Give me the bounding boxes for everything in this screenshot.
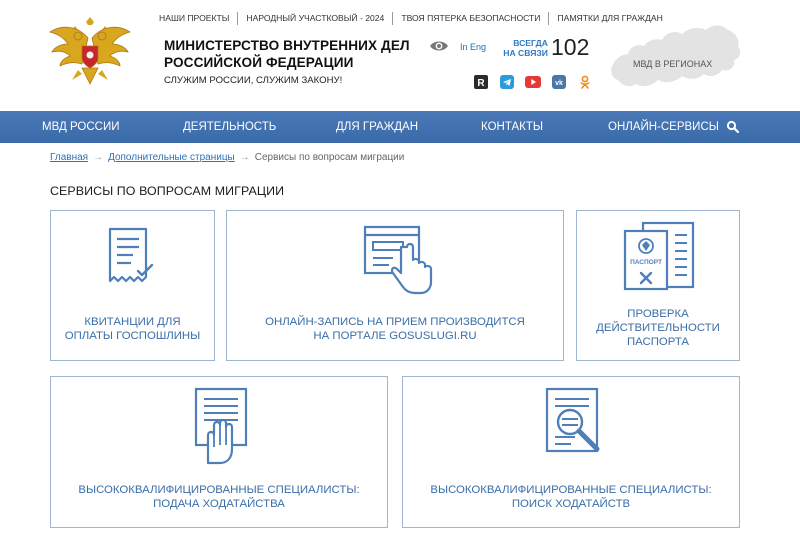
double-headed-eagle-emblem[interactable]	[48, 16, 132, 86]
card-label-line1: КВИТАНЦИИ ДЛЯ	[84, 316, 181, 328]
nav-item-for-citizens[interactable]: ДЛЯ ГРАЖДАН	[336, 111, 418, 143]
service-card-search-petitions[interactable]: ВЫСОКОКВАЛИФИЦИРОВАННЫЕ СПЕЦИАЛИСТЫ: ПОИ…	[402, 376, 740, 528]
receipt-icon	[108, 227, 154, 283]
english-version-link[interactable]: In Eng	[460, 42, 486, 52]
card-label-line1: ВЫСОКОКВАЛИФИЦИРОВАННЫЕ СПЕЦИАЛИСТЫ:	[430, 484, 712, 496]
touch-form-icon	[363, 225, 433, 295]
service-card-passport-validity[interactable]: ПАСПОРТ ПРОВЕРКА ДЕЙСТВИТЕЛЬНОСТИ ПАСПОР…	[576, 210, 740, 361]
ministry-title-line1: МИНИСТЕРСТВО ВНУТРЕННИХ ДЕЛ	[164, 38, 410, 53]
ministry-title-line2: РОССИЙСКОЙ ФЕДЕРАЦИИ	[164, 55, 354, 70]
page-title: СЕРВИСЫ ПО ВОПРОСАМ МИГРАЦИИ	[50, 184, 285, 198]
breadcrumb-additional-pages[interactable]: Дополнительные страницы	[108, 152, 235, 163]
russia-map-icon[interactable]	[608, 14, 744, 98]
regions-label[interactable]: МВД В РЕГИОНАХ	[633, 59, 712, 69]
card-label-line2: ПОИСК ХОДАТАЙСТВ	[511, 498, 631, 510]
nav-item-online-services[interactable]: ОНЛАЙН-СЕРВИСЫ	[608, 111, 719, 143]
card-label-line3: ПАСПОРТА	[626, 336, 690, 348]
hotline-number[interactable]: 102	[551, 34, 589, 61]
helpline-line2: НА СВЯЗИ	[503, 48, 548, 58]
passport-word: ПАСПОРТ	[630, 259, 662, 266]
breadcrumb-arrow: →	[239, 152, 250, 163]
card-label-line1: ВЫСОКОКВАЛИФИЦИРОВАННЫЕ СПЕЦИАЛИСТЫ:	[78, 484, 360, 496]
passport-check-icon: ПАСПОРТ	[623, 221, 695, 291]
vk-icon[interactable]: vk	[551, 74, 567, 90]
ministry-title[interactable]: МИНИСТЕРСТВО ВНУТРЕННИХ ДЕЛ РОССИЙСКОЙ Ф…	[164, 37, 424, 71]
nav-item-contacts[interactable]: КОНТАКТЫ	[481, 111, 543, 143]
card-label-line2: ОПЛАТЫ ГОСПОШЛИНЫ	[64, 330, 201, 342]
breadcrumb-arrow: →	[93, 152, 104, 163]
main-navigation: МВД РОССИИ ДЕЯТЕЛЬНОСТЬ ДЛЯ ГРАЖДАН КОНТ…	[0, 111, 800, 143]
telegram-icon[interactable]	[499, 74, 515, 90]
breadcrumb-home[interactable]: Главная	[50, 152, 88, 163]
breadcrumb-current: Сервисы по вопросам миграции	[254, 152, 405, 163]
card-label-line1: ОНЛАЙН-ЗАПИСЬ НА ПРИЕМ ПРОИЗВОДИТСЯ	[265, 316, 525, 328]
ministry-motto: СЛУЖИМ РОССИИ, СЛУЖИМ ЗАКОНУ!	[164, 75, 343, 86]
card-label: КВИТАНЦИИ ДЛЯ ОПЛАТЫ ГОСПОШЛИНЫ	[51, 315, 214, 343]
helpline-caption: ВСЕГДА НА СВЯЗИ	[500, 38, 548, 58]
topnav-item-projects[interactable]: НАШИ ПРОЕКТЫ	[159, 11, 237, 25]
social-links: R vk	[473, 74, 593, 90]
card-label-line2: ПОДАЧА ХОДАТАЙСТВА	[153, 498, 285, 510]
card-label: ОНЛАЙН-ЗАПИСЬ НА ПРИЕМ ПРОИЗВОДИТСЯ НА П…	[227, 315, 563, 343]
document-search-icon	[545, 387, 600, 453]
youtube-icon[interactable]	[525, 74, 541, 90]
eye-icon[interactable]	[429, 39, 449, 53]
nav-item-mvd-russia[interactable]: МВД РОССИИ	[42, 111, 120, 143]
card-label: ВЫСОКОКВАЛИФИЦИРОВАННЫЕ СПЕЦИАЛИСТЫ: ПОИ…	[403, 483, 739, 511]
svg-text:vk: vk	[555, 80, 563, 87]
card-label: ПРОВЕРКА ДЕЙСТВИТЕЛЬНОСТИ ПАСПОРТА	[577, 307, 739, 349]
card-label-line1: ПРОВЕРКА	[627, 308, 689, 320]
document-hand-icon	[194, 387, 248, 465]
nav-item-activity[interactable]: ДЕЯТЕЛЬНОСТЬ	[183, 111, 276, 143]
site-header: НАШИ ПРОЕКТЫ НАРОДНЫЙ УЧАСТКОВЫЙ - 2024 …	[0, 0, 800, 111]
topnav-item-safety-five[interactable]: ТВОЯ ПЯТЕРКА БЕЗОПАСНОСТИ	[393, 11, 548, 25]
top-projects-nav: НАШИ ПРОЕКТЫ НАРОДНЫЙ УЧАСТКОВЫЙ - 2024 …	[159, 11, 671, 25]
search-icon[interactable]	[726, 120, 740, 134]
service-card-online-appointment[interactable]: ОНЛАЙН-ЗАПИСЬ НА ПРИЕМ ПРОИЗВОДИТСЯ НА П…	[226, 210, 564, 361]
card-label-line2: ДЕЙСТВИТЕЛЬНОСТИ	[596, 322, 720, 334]
svg-text:R: R	[477, 78, 485, 89]
service-card-submit-petition[interactable]: ВЫСОКОКВАЛИФИЦИРОВАННЫЕ СПЕЦИАЛИСТЫ: ПОД…	[50, 376, 388, 528]
card-label-line2: НА ПОРТАЛЕ GOSUSLUGI.RU	[313, 330, 477, 342]
card-label: ВЫСОКОКВАЛИФИЦИРОВАННЫЕ СПЕЦИАЛИСТЫ: ПОД…	[51, 483, 387, 511]
helpline-line1: ВСЕГДА	[513, 38, 548, 48]
service-card-fee-receipts[interactable]: КВИТАНЦИИ ДЛЯ ОПЛАТЫ ГОСПОШЛИНЫ	[50, 210, 215, 361]
topnav-item-district-officer[interactable]: НАРОДНЫЙ УЧАСТКОВЫЙ - 2024	[238, 11, 392, 25]
rutube-icon[interactable]: R	[473, 74, 489, 90]
odnoklassniki-icon[interactable]	[577, 74, 593, 90]
breadcrumb: Главная → Дополнительные страницы → Серв…	[50, 152, 404, 163]
